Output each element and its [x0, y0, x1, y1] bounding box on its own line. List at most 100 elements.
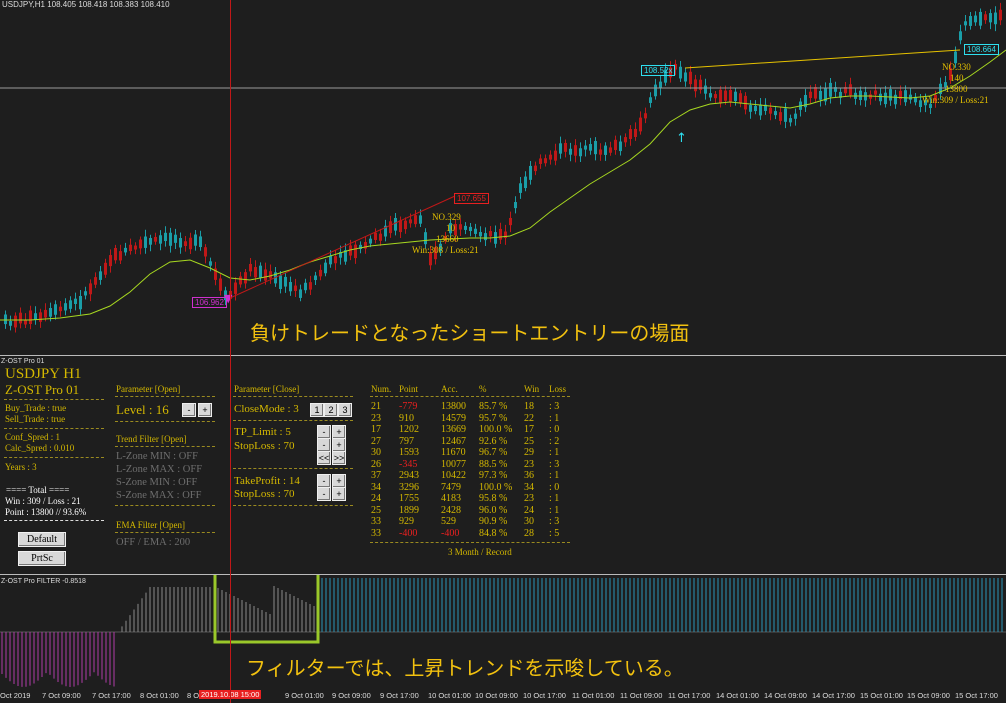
level-plus-button[interactable]: + [198, 403, 212, 417]
cell-loss: : 0 [549, 424, 560, 435]
price-chart[interactable]: ↑ ▼ [0, 0, 1006, 355]
candle-body [604, 145, 607, 155]
candle-body [324, 262, 327, 274]
time-tick: 11 Oct 09:00 [620, 691, 663, 700]
ema-value-label[interactable]: OFF / EMA : 200 [116, 537, 190, 548]
cell-loss: : 1 [549, 504, 560, 516]
tp-plus-button[interactable]: + [332, 425, 346, 439]
prtsc-button[interactable]: PrtSc [18, 551, 66, 566]
price-tag: 107.655 [454, 193, 489, 204]
szone-min-label[interactable]: S-Zone MIN : OFF [116, 477, 197, 488]
cell-win: 36 [524, 470, 534, 481]
closemode-1-button[interactable]: 1 [310, 403, 324, 417]
candle-body [254, 267, 257, 278]
closemode-3-button[interactable]: 3 [338, 403, 352, 417]
cell-num: 27 [371, 435, 381, 447]
candle-body [754, 105, 757, 112]
cell-point: -779 [399, 401, 418, 412]
lzone-max-label[interactable]: L-Zone MAX : OFF [116, 464, 202, 475]
candle-body [9, 320, 12, 326]
buy-trade-label: Buy_Trade : true [5, 403, 67, 413]
candle-body [789, 118, 792, 123]
next-button[interactable]: >> [332, 451, 346, 465]
prev-button[interactable]: << [317, 451, 331, 465]
col-header-win: Win [524, 384, 540, 394]
time-tick: 10 Oct 17:00 [523, 691, 566, 700]
cell-loss: : 1 [549, 470, 560, 481]
param-close-header: Parameter [Close] [234, 384, 300, 394]
time-tick: 11 Oct 01:00 [572, 691, 615, 700]
candle-body [574, 145, 577, 156]
cell-num: 33 [371, 516, 381, 527]
sl2-minus-button[interactable]: - [317, 487, 331, 501]
candle-body [794, 113, 797, 119]
szone-max-label[interactable]: S-Zone MAX : OFF [116, 490, 201, 501]
cell-point: 3296 [399, 481, 419, 493]
candle-body [34, 313, 37, 321]
candle-body [329, 255, 332, 265]
tp-limit-label: TP_Limit : 5 [234, 426, 291, 438]
level-minus-button[interactable]: - [182, 403, 196, 417]
sl1-plus-button[interactable]: + [332, 438, 346, 452]
candle-body [259, 265, 262, 278]
candle-body [659, 81, 662, 89]
col-header-pct: % [479, 384, 487, 394]
candle-body [19, 312, 22, 324]
time-tick: 15 Oct 09:00 [907, 691, 950, 700]
sl2-plus-button[interactable]: + [332, 487, 346, 501]
candle-body [4, 314, 7, 325]
candle-body [959, 31, 962, 41]
candle-body [74, 298, 77, 304]
candle-body [174, 234, 177, 243]
candle-body [54, 304, 57, 315]
candle-body [354, 244, 357, 259]
cell-acc: 4183 [441, 493, 461, 504]
candle-body [94, 277, 97, 285]
tk-minus-button[interactable]: - [317, 474, 331, 488]
tk-plus-button[interactable]: + [332, 474, 346, 488]
candle-body [44, 309, 47, 318]
years-label: Years : 3 [5, 462, 37, 472]
candle-body [529, 165, 532, 180]
candle-body [159, 235, 162, 244]
candle-body [194, 234, 197, 246]
cell-point: 910 [399, 412, 414, 424]
candle-body [774, 111, 777, 116]
time-tick: 9 Oct 17:00 [380, 691, 419, 700]
candle-body [164, 232, 167, 242]
candle-body [119, 251, 122, 261]
candle-body [29, 310, 32, 325]
annotation-line: NO.329 [432, 212, 461, 222]
time-tick: 7 Oct 09:00 [42, 691, 81, 700]
cell-pct: 90.9 % [479, 516, 508, 527]
annotation-line: NO.330 [942, 62, 971, 72]
price-tag: 106.962 [192, 297, 227, 308]
cell-acc: 10077 [441, 458, 466, 470]
cell-pct: 96.0 % [479, 504, 508, 516]
lzone-min-label[interactable]: L-Zone MIN : OFF [116, 451, 198, 462]
candle-body [714, 94, 717, 99]
cell-point: 929 [399, 516, 414, 527]
closemode-2-button[interactable]: 2 [324, 403, 338, 417]
candle-body [489, 231, 492, 237]
candle-body [219, 278, 222, 291]
candle-body [884, 92, 887, 105]
sl1-minus-button[interactable]: - [317, 438, 331, 452]
candle-body [304, 282, 307, 291]
candle-body [684, 72, 687, 82]
candle-body [234, 282, 237, 294]
candle-body [269, 271, 272, 279]
candle-body [814, 87, 817, 99]
conf-spred-label: Conf_Spred : 1 [5, 432, 60, 442]
time-tick: 7 Oct 17:00 [92, 691, 131, 700]
candle-body [579, 148, 582, 157]
cell-num: 30 [371, 447, 381, 458]
up-arrow-icon: ↑ [676, 131, 687, 146]
stoploss1-label: StopLoss : 70 [234, 440, 295, 452]
annotation-line: 13800 [945, 84, 968, 94]
price-tag: 108.52x [641, 65, 676, 76]
cell-pct: 96.7 % [479, 447, 508, 458]
tp-minus-button[interactable]: - [317, 425, 331, 439]
default-button[interactable]: Default [18, 532, 66, 547]
cell-win: 23 [524, 493, 534, 504]
